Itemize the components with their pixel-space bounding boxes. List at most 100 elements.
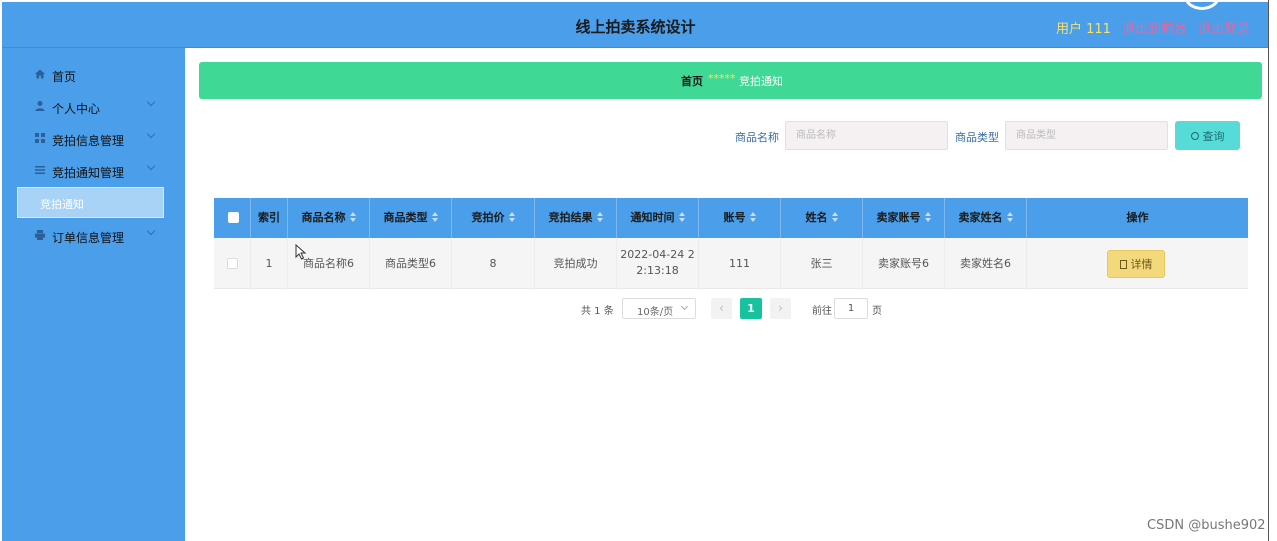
column-header-index: 索引 bbox=[251, 198, 288, 238]
cell-account: 111 bbox=[699, 238, 781, 289]
avatar[interactable] bbox=[1184, 0, 1220, 10]
grid-icon bbox=[35, 133, 45, 143]
sidebar-item-label: 竞拍信息管理 bbox=[52, 134, 125, 148]
cell-actions: 详情 bbox=[1027, 238, 1248, 289]
cell-index: 1 bbox=[251, 238, 288, 289]
column-header-label: 姓名 bbox=[805, 211, 828, 224]
column-header-label: 账号 bbox=[723, 211, 746, 224]
column-header-person-name[interactable]: 姓名 bbox=[781, 198, 863, 238]
column-header-account[interactable]: 账号 bbox=[699, 198, 781, 238]
cell-price: 8 bbox=[452, 238, 535, 289]
page-number-current[interactable]: 1 bbox=[740, 298, 762, 319]
breadcrumb-home[interactable]: 首页 bbox=[681, 73, 703, 89]
sort-icon[interactable] bbox=[508, 212, 515, 222]
sort-icon[interactable] bbox=[1006, 212, 1013, 222]
column-header-product-name[interactable]: 商品名称 bbox=[288, 198, 370, 238]
watermark: CSDN @bushe902 bbox=[1147, 518, 1266, 533]
sidebar-item-auction-info[interactable]: 竞拍信息管理 bbox=[2, 126, 185, 152]
goto-label: 前往 bbox=[812, 306, 832, 317]
sort-icon[interactable] bbox=[749, 212, 756, 222]
page-suffix-label: 页 bbox=[872, 306, 882, 317]
breadcrumb-current: 竞拍通知 bbox=[739, 75, 783, 88]
column-header-label: 索引 bbox=[258, 211, 280, 224]
chevron-down-icon bbox=[146, 129, 156, 139]
sidebar-item-auction-notice[interactable]: 竞拍通知管理 bbox=[2, 158, 185, 184]
chevron-down-icon bbox=[146, 97, 156, 107]
cell-time: 2022-04-24 2 2:13:18 bbox=[617, 238, 699, 289]
page-size-select[interactable]: 10条/页 bbox=[622, 298, 696, 319]
top-header: 线上拍卖系统设计 用户 111 退出到前台 退出登录 bbox=[2, 0, 1269, 48]
mouse-cursor-icon bbox=[295, 244, 307, 260]
next-page-button[interactable]: › bbox=[770, 298, 791, 319]
breadcrumb-separator: ***** bbox=[708, 72, 736, 85]
breadcrumb: 首页 ***** 竞拍通知 bbox=[199, 62, 1262, 99]
sidebar-item-home[interactable]: 首页 bbox=[2, 62, 185, 88]
cell-person-name: 张三 bbox=[781, 238, 863, 289]
query-button[interactable]: 查询 bbox=[1175, 121, 1240, 150]
sidebar-subitem-auction-notice[interactable]: 竞拍通知 bbox=[17, 187, 164, 218]
column-header-seller-account[interactable]: 卖家账号 bbox=[863, 198, 945, 238]
pagination-total: 共 1 条 bbox=[581, 306, 614, 317]
cell-product-type: 商品类型6 bbox=[370, 238, 452, 289]
list-icon bbox=[35, 166, 45, 174]
column-header-label: 通知时间 bbox=[630, 211, 675, 224]
column-header-price[interactable]: 竞拍价 bbox=[452, 198, 535, 238]
cell-time-line1: 2022-04-24 2 bbox=[620, 248, 695, 261]
table-header: 索引 商品名称 商品类型 竞拍价 竞拍结果 通知时间 账号 姓名 卖家账号 卖家… bbox=[214, 198, 1248, 238]
sort-icon[interactable] bbox=[596, 212, 603, 222]
column-header-seller-name[interactable]: 卖家姓名 bbox=[945, 198, 1027, 238]
column-header-time[interactable]: 通知时间 bbox=[617, 198, 699, 238]
column-header-actions: 操作 bbox=[1027, 198, 1248, 238]
cell-result: 竞拍成功 bbox=[535, 238, 617, 289]
column-header-label: 商品类型 bbox=[383, 211, 428, 224]
page-size-value: 10条/页 bbox=[637, 307, 674, 318]
column-header-label: 操作 bbox=[1126, 211, 1149, 224]
select-all-checkbox[interactable] bbox=[228, 212, 239, 223]
chevron-down-icon bbox=[146, 161, 156, 171]
notice-table: 索引 商品名称 商品类型 竞拍价 竞拍结果 通知时间 账号 姓名 卖家账号 卖家… bbox=[214, 198, 1248, 289]
sidebar: 首页 个人中心 竞拍信息管理 竞拍通知管理 竞拍通知 订单信息管理 bbox=[2, 48, 185, 541]
sidebar-item-label: 订单信息管理 bbox=[52, 231, 125, 245]
product-type-input[interactable] bbox=[1005, 121, 1168, 150]
product-type-label: 商品类型 bbox=[955, 131, 999, 144]
user-label: 用户 111 bbox=[1056, 22, 1111, 37]
sidebar-item-personal-center[interactable]: 个人中心 bbox=[2, 94, 185, 120]
sort-icon[interactable] bbox=[831, 212, 838, 222]
sort-icon[interactable] bbox=[349, 212, 356, 222]
table-row: 1 商品名称6 商品类型6 8 竞拍成功 2022-04-24 2 2:13:1… bbox=[214, 238, 1248, 289]
chevron-down-icon bbox=[146, 226, 156, 236]
cell-seller-name: 卖家姓名6 bbox=[945, 238, 1027, 289]
printer-icon bbox=[35, 230, 45, 240]
logout-link[interactable]: 退出登录 bbox=[1198, 18, 1250, 37]
product-name-input[interactable] bbox=[785, 121, 948, 150]
sort-icon[interactable] bbox=[924, 212, 931, 222]
goto-page-input[interactable]: 1 bbox=[834, 298, 868, 319]
document-icon bbox=[1119, 260, 1127, 269]
column-header-label: 商品名称 bbox=[301, 211, 346, 224]
product-name-label: 商品名称 bbox=[735, 131, 779, 144]
column-header-product-type[interactable]: 商品类型 bbox=[370, 198, 452, 238]
sidebar-item-label: 竞拍通知管理 bbox=[52, 166, 125, 180]
prev-page-button[interactable]: ‹ bbox=[711, 298, 732, 319]
column-header-label: 竞拍结果 bbox=[548, 211, 593, 224]
header-select-cell bbox=[214, 198, 251, 238]
search-icon bbox=[1190, 131, 1199, 140]
column-header-result[interactable]: 竞拍结果 bbox=[535, 198, 617, 238]
sort-icon[interactable] bbox=[431, 212, 438, 222]
row-checkbox[interactable] bbox=[227, 258, 238, 269]
back-to-front-link[interactable]: 退出到前台 bbox=[1122, 18, 1187, 37]
sidebar-subitem-label: 竞拍通知 bbox=[40, 198, 84, 211]
column-header-label: 卖家姓名 bbox=[958, 211, 1003, 224]
cell-time-line2: 2:13:18 bbox=[636, 264, 679, 277]
detail-button-label: 详情 bbox=[1130, 258, 1153, 271]
column-header-label: 竞拍价 bbox=[471, 211, 505, 224]
query-button-label: 查询 bbox=[1202, 129, 1225, 143]
sidebar-item-order-info[interactable]: 订单信息管理 bbox=[2, 223, 185, 249]
home-icon bbox=[35, 69, 45, 79]
row-select-cell bbox=[214, 238, 251, 289]
sort-icon[interactable] bbox=[678, 212, 685, 222]
sidebar-item-label: 个人中心 bbox=[52, 102, 101, 116]
person-icon bbox=[35, 101, 45, 111]
detail-button[interactable]: 详情 bbox=[1107, 250, 1165, 278]
sidebar-item-label: 首页 bbox=[52, 70, 77, 84]
